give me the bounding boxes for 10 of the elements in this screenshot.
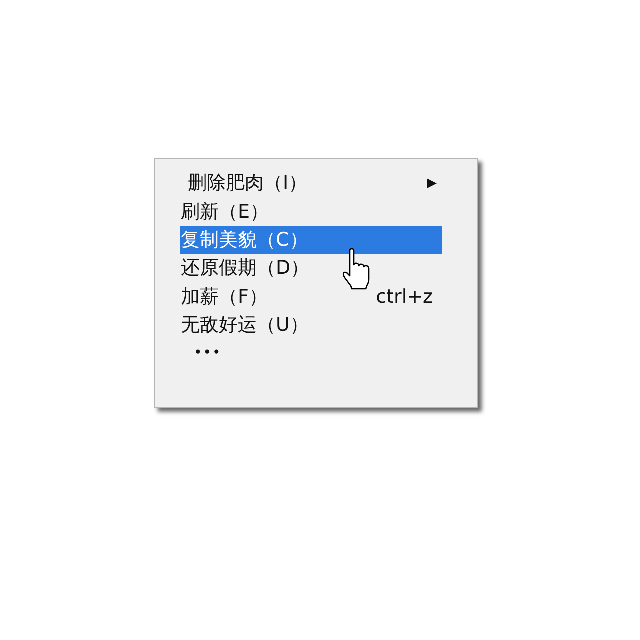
menu-item[interactable]: 刷新（E） xyxy=(180,197,442,226)
more-ellipsis: ••• xyxy=(194,345,222,362)
shortcut-label: ctrl+z xyxy=(376,286,433,308)
menu-item[interactable]: 还原假期（D） xyxy=(180,254,442,283)
hand-cursor-icon xyxy=(342,248,372,290)
menu-item[interactable]: 无敌好运（U） xyxy=(180,310,442,340)
menu-item[interactable]: 复制美貌（C） xyxy=(180,226,442,254)
menu-item[interactable]: 加薪（F） ctrl+z xyxy=(180,282,442,311)
menu-item[interactable]: 删除肥肉（I） ▶ xyxy=(180,169,442,198)
submenu-arrow: ▶ xyxy=(427,176,437,191)
